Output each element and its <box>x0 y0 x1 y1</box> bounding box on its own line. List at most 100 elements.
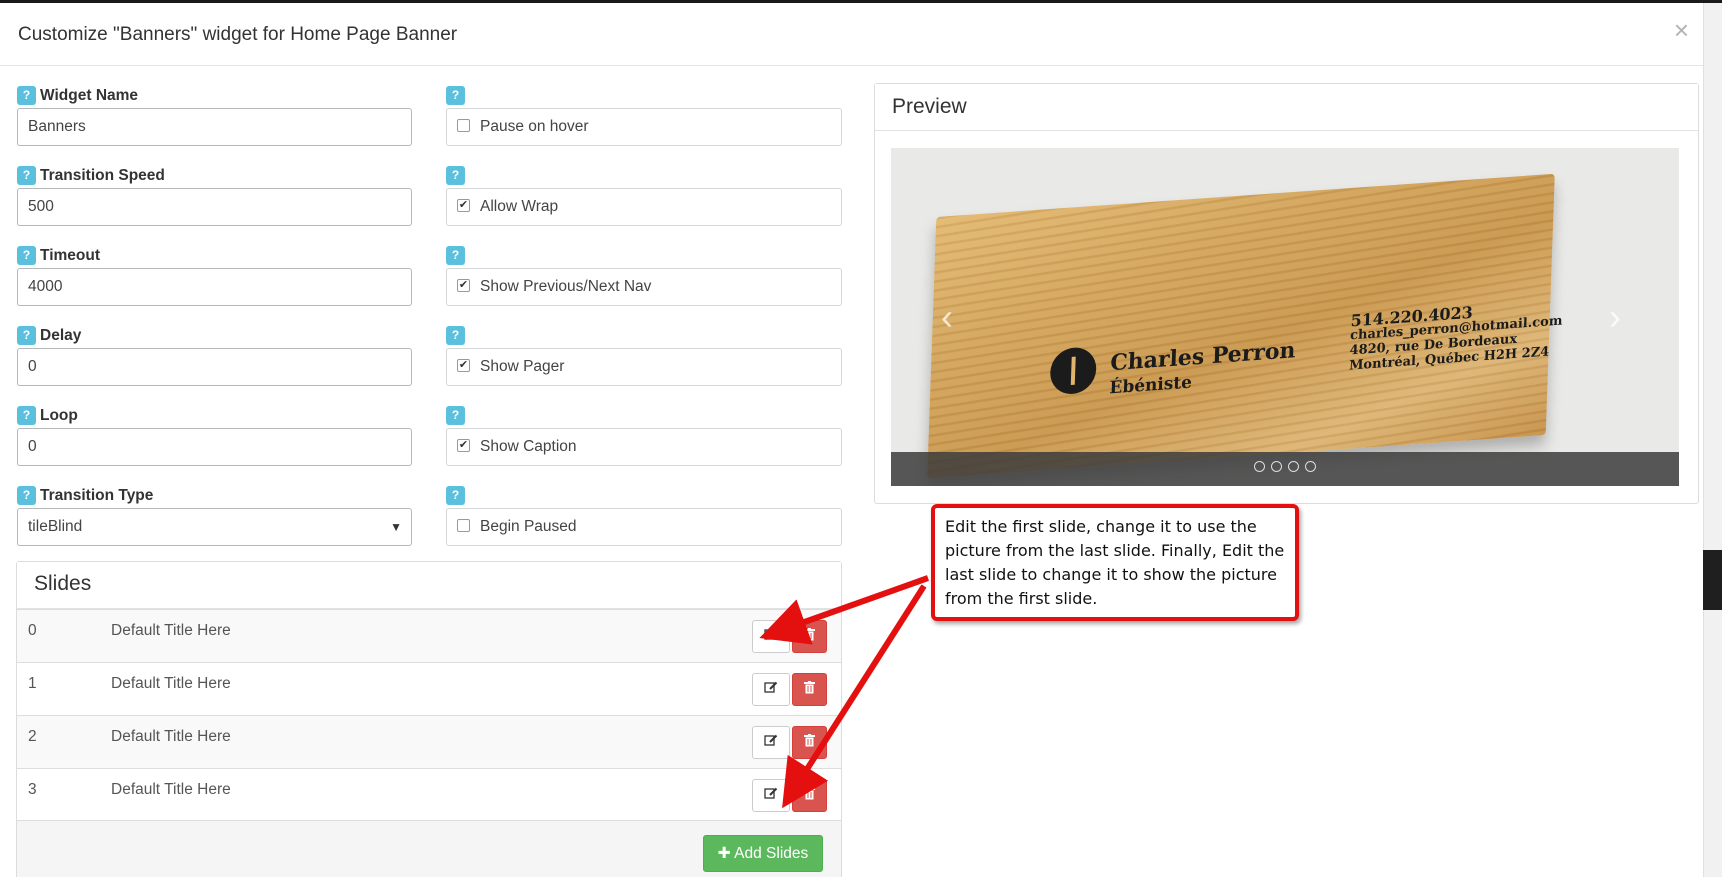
banner-carousel[interactable]: Charles Perron Ébéniste 514.220.4023 cha… <box>891 148 1679 486</box>
text-input[interactable]: 0 <box>17 428 412 466</box>
help-icon[interactable]: ? <box>17 486 36 505</box>
help-icon[interactable]: ? <box>446 326 465 345</box>
checkbox-checked[interactable]: ✔ <box>457 439 470 453</box>
trash-icon <box>804 786 815 805</box>
edit-slide-button[interactable] <box>752 779 790 812</box>
option-show-pager: ? ✔ Show Pager <box>446 326 842 388</box>
field-delay: ? Delay 0 <box>17 326 412 388</box>
text-input[interactable]: 0 <box>17 348 412 386</box>
field-widget-name: ? Widget Name Banners <box>17 86 412 148</box>
slide-number: 2 <box>28 728 37 745</box>
page-scrollbar-thumb[interactable] <box>1703 550 1722 610</box>
help-icon[interactable]: ? <box>446 166 465 185</box>
checkbox-label: Begin Paused <box>480 518 577 535</box>
checkbox-label: Show Caption <box>480 438 577 455</box>
preview-heading: Preview <box>875 84 1698 131</box>
option-allow-wrap: ? ✔ Allow Wrap <box>446 166 842 228</box>
checkbox-label: Show Previous/Next Nav <box>480 278 652 295</box>
slide-row-0: 0 Default Title Here <box>17 609 841 662</box>
checkbox-label: Show Pager <box>480 358 565 375</box>
edit-icon <box>764 681 778 699</box>
business-card-image: Charles Perron Ébéniste 514.220.4023 cha… <box>927 173 1563 479</box>
slide-number: 3 <box>28 781 37 798</box>
edit-icon <box>764 787 778 805</box>
slide-row-2: 2 Default Title Here <box>17 715 841 768</box>
slide-title: Default Title Here <box>111 728 231 745</box>
field-loop: ? Loop 0 <box>17 406 412 468</box>
slides-footer: ✚ Add Slides <box>17 820 841 877</box>
text-input[interactable]: Banners <box>17 108 412 146</box>
delete-slide-button[interactable] <box>792 779 827 812</box>
field-label: Timeout <box>40 246 100 264</box>
help-icon[interactable]: ? <box>446 486 465 505</box>
help-icon[interactable]: ? <box>446 246 465 265</box>
delete-slide-button[interactable] <box>792 620 827 653</box>
checkbox-checked[interactable]: ✔ <box>457 279 470 293</box>
checkbox-row[interactable]: Begin Paused <box>446 508 842 546</box>
field-label: Delay <box>40 326 82 344</box>
checkbox-unchecked[interactable] <box>457 519 470 533</box>
option-begin-paused: ? Begin Paused <box>446 486 842 548</box>
edit-slide-button[interactable] <box>752 673 790 706</box>
pager-dot[interactable] <box>1305 461 1316 472</box>
checkbox-checked[interactable]: ✔ <box>457 199 470 213</box>
checkbox-unchecked[interactable] <box>457 119 470 133</box>
slide-number: 1 <box>28 675 37 692</box>
checkbox-row[interactable]: ✔ Show Pager <box>446 348 842 386</box>
edit-icon <box>764 734 778 752</box>
text-input[interactable]: 500 <box>17 188 412 226</box>
field-timeout: ? Timeout 4000 <box>17 246 412 308</box>
select-value: tileBlind <box>28 518 83 535</box>
close-icon[interactable]: × <box>1674 17 1689 43</box>
slide-row-3: 3 Default Title Here <box>17 768 841 821</box>
pager-dot[interactable] <box>1271 461 1282 472</box>
option-show-previous-next-nav: ? ✔ Show Previous/Next Nav <box>446 246 842 308</box>
field-label: Transition Speed <box>40 166 165 184</box>
pager-dot[interactable] <box>1288 461 1299 472</box>
modal-title: Customize "Banners" widget for Home Page… <box>18 24 458 45</box>
carousel-next-arrow-icon[interactable]: › <box>1609 296 1621 338</box>
help-icon[interactable]: ? <box>17 86 36 105</box>
pager-dot[interactable] <box>1254 461 1265 472</box>
delete-slide-button[interactable] <box>792 726 827 759</box>
help-icon[interactable]: ? <box>17 326 36 345</box>
transition-type-select[interactable]: tileBlind ▼ <box>17 508 412 546</box>
trash-icon <box>804 627 815 646</box>
field-transition-type: ? Transition Type tileBlind ▼ <box>17 486 412 548</box>
slides-heading: Slides <box>17 562 841 609</box>
carousel-pager-bar <box>891 452 1679 486</box>
page-scrollbar[interactable] <box>1703 3 1722 877</box>
slide-number: 0 <box>28 622 37 639</box>
customize-widget-modal: Customize "Banners" widget for Home Page… <box>0 3 1703 877</box>
help-icon[interactable]: ? <box>17 166 36 185</box>
checkbox-checked[interactable]: ✔ <box>457 359 470 373</box>
edit-slide-button[interactable] <box>752 620 790 653</box>
checkbox-row[interactable]: ✔ Allow Wrap <box>446 188 842 226</box>
slide-row-1: 1 Default Title Here <box>17 662 841 715</box>
checkbox-label: Allow Wrap <box>480 198 559 215</box>
slide-title: Default Title Here <box>111 622 231 639</box>
option-pause-on-hover: ? Pause on hover <box>446 86 842 148</box>
help-icon[interactable]: ? <box>446 406 465 425</box>
checkbox-row[interactable]: Pause on hover <box>446 108 842 146</box>
carousel-pager <box>891 461 1679 472</box>
help-icon[interactable]: ? <box>17 246 36 265</box>
checkbox-row[interactable]: ✔ Show Previous/Next Nav <box>446 268 842 306</box>
checkbox-row[interactable]: ✔ Show Caption <box>446 428 842 466</box>
trash-icon <box>804 733 815 752</box>
text-input[interactable]: 4000 <box>17 268 412 306</box>
annotation-callout: Edit the first slide, change it to use t… <box>931 504 1299 621</box>
trash-icon <box>804 680 815 699</box>
carousel-prev-arrow-icon[interactable]: ‹ <box>941 296 953 338</box>
field-label: Transition Type <box>40 486 154 504</box>
delete-slide-button[interactable] <box>792 673 827 706</box>
help-icon[interactable]: ? <box>17 406 36 425</box>
plus-icon: ✚ <box>717 845 731 862</box>
help-icon[interactable]: ? <box>446 86 465 105</box>
slide-title: Default Title Here <box>111 781 231 798</box>
add-slides-button[interactable]: ✚ Add Slides <box>703 835 823 872</box>
preview-panel: Preview Charles Perron Ébéniste 514.220.… <box>874 83 1699 504</box>
slides-panel: Slides 0 Default Title Here 1 Default Title… <box>16 561 842 877</box>
edit-slide-button[interactable] <box>752 726 790 759</box>
field-label: Loop <box>40 406 78 424</box>
